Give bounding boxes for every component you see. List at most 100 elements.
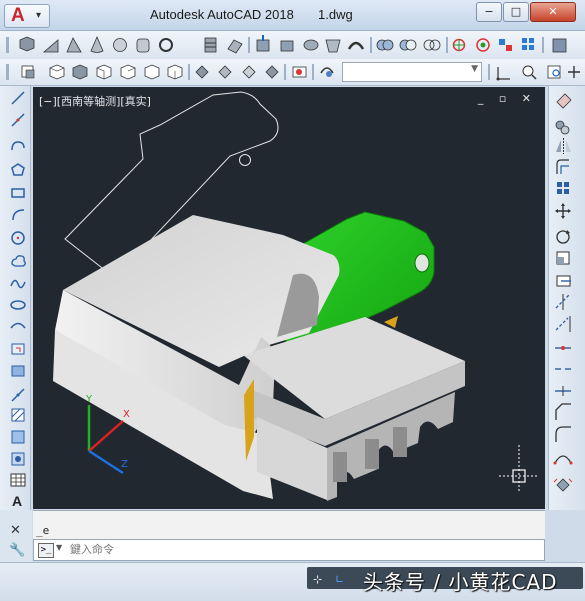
zoom-window-icon[interactable]: [547, 65, 561, 79]
hatch-icon[interactable]: [11, 408, 25, 422]
front-view-icon[interactable]: [144, 64, 160, 80]
region-icon[interactable]: [11, 452, 25, 466]
join-icon[interactable]: [555, 386, 571, 396]
rectangle-icon[interactable]: [11, 188, 25, 198]
left-view-icon[interactable]: [96, 64, 112, 80]
gradient-icon[interactable]: [11, 430, 25, 444]
ucs-world-icon[interactable]: [496, 67, 511, 81]
pan-icon[interactable]: [568, 66, 580, 78]
modify-toolbar-icons: [553, 93, 573, 492]
command-input[interactable]: [70, 542, 530, 558]
stretch-icon[interactable]: [556, 275, 571, 287]
revision-cloud-icon[interactable]: [11, 255, 26, 267]
pyramid-icon[interactable]: [66, 37, 82, 53]
nw-iso-icon[interactable]: [265, 65, 279, 79]
extend-icon[interactable]: [555, 316, 571, 332]
ucs-icon[interactable]: [21, 65, 35, 79]
camera-icon[interactable]: [292, 66, 307, 78]
zoom-realtime-icon[interactable]: [522, 65, 537, 80]
cone-icon[interactable]: [90, 35, 104, 53]
close-button[interactable]: ✕: [530, 2, 576, 22]
presspull-icon[interactable]: [280, 40, 294, 52]
make-block-icon[interactable]: [11, 365, 25, 377]
gold-rib-right: [384, 316, 398, 328]
polyline-icon[interactable]: [11, 141, 25, 151]
scale-icon[interactable]: [556, 251, 570, 265]
ellipse-arc-icon[interactable]: [10, 322, 26, 329]
array-icon[interactable]: [557, 182, 569, 194]
bottom-view-icon[interactable]: [72, 64, 88, 80]
point-icon[interactable]: [11, 388, 25, 402]
se-iso-icon[interactable]: [218, 65, 232, 79]
subtract-icon[interactable]: [399, 39, 417, 51]
box-icon[interactable]: [19, 36, 35, 52]
union-icon[interactable]: [376, 39, 394, 51]
layer-select[interactable]: ▼: [342, 62, 482, 82]
line-icon[interactable]: [11, 91, 25, 105]
ne-iso-icon[interactable]: [242, 65, 256, 79]
back-view-icon[interactable]: [167, 64, 183, 80]
ortho-icon[interactable]: ∟: [335, 573, 344, 586]
application-menu-button[interactable]: A ▾: [4, 4, 50, 28]
ellipse-icon[interactable]: [10, 300, 26, 310]
model-space-icon[interactable]: ⊹: [313, 573, 322, 586]
sweep-icon[interactable]: [347, 41, 365, 50]
loft-icon[interactable]: [325, 39, 341, 53]
copy-icon[interactable]: [555, 120, 570, 135]
3d-array-icon[interactable]: [522, 38, 534, 50]
ucs-axis-icon: Y X Z: [85, 394, 130, 475]
offset-icon[interactable]: [556, 159, 569, 174]
sphere-icon[interactable]: [113, 38, 127, 52]
right-view-icon[interactable]: [120, 64, 136, 80]
multiline-text-icon[interactable]: A: [12, 493, 22, 509]
polysolid-icon[interactable]: [204, 37, 217, 53]
command-prompt-icon[interactable]: >_: [38, 543, 54, 558]
3d-align-icon[interactable]: [499, 39, 512, 51]
erase-icon[interactable]: [556, 93, 572, 109]
profile-hole: [239, 154, 251, 166]
orbit-icon[interactable]: [320, 67, 334, 77]
3d-move-icon[interactable]: [452, 38, 466, 52]
3d-rotate-icon[interactable]: [476, 38, 490, 52]
minimize-button[interactable]: −: [476, 2, 502, 22]
circle-icon[interactable]: [11, 231, 25, 245]
chevron-down-icon: ▼: [471, 64, 478, 74]
wedge-icon[interactable]: [42, 39, 59, 53]
modeling-toolbar-icons: [6, 35, 567, 54]
sw-iso-icon[interactable]: [195, 65, 209, 79]
explode-icon[interactable]: [553, 478, 573, 492]
green-hole: [414, 253, 430, 273]
intersect-icon[interactable]: [423, 39, 441, 51]
rotate-icon[interactable]: [556, 230, 570, 244]
move-icon[interactable]: [555, 203, 571, 219]
polygon-icon[interactable]: [11, 163, 25, 176]
break-at-point-icon[interactable]: [555, 346, 571, 350]
walk-icon[interactable]: [552, 38, 567, 53]
top-view-icon[interactable]: [49, 64, 65, 80]
tooth-slot-2: [365, 439, 379, 469]
close-icon[interactable]: ✕: [10, 523, 21, 538]
blend-curves-icon[interactable]: [553, 455, 573, 465]
insert-block-icon[interactable]: [11, 343, 25, 355]
chamfer-icon[interactable]: [555, 403, 571, 420]
torus-icon[interactable]: [159, 38, 173, 52]
cursor-crosshair-icon: [499, 445, 539, 493]
command-history: _e: [33, 510, 545, 539]
view-toolbar-icons: [6, 64, 334, 80]
maximize-button[interactable]: □: [503, 2, 529, 22]
arc-icon[interactable]: [12, 209, 25, 221]
spline-icon[interactable]: [10, 279, 26, 289]
cylinder-icon[interactable]: [136, 38, 150, 53]
extrude-icon[interactable]: [256, 35, 270, 52]
construction-line-icon[interactable]: [11, 113, 25, 127]
trim-icon[interactable]: [555, 293, 571, 310]
chevron-down-icon[interactable]: ▼: [56, 543, 62, 552]
command-line: >_ ▼: [33, 539, 545, 561]
fillet-icon[interactable]: [555, 426, 571, 442]
planar-surface-icon[interactable]: [227, 39, 243, 54]
table-icon[interactable]: [10, 473, 26, 487]
wrench-icon[interactable]: 🔧: [9, 543, 25, 558]
drawing-viewport[interactable]: [−][西南等轴测][真实] _ ▫ ✕ Y X Z: [33, 87, 545, 509]
revolve-icon[interactable]: [303, 39, 319, 51]
mirror-icon[interactable]: [556, 138, 571, 154]
